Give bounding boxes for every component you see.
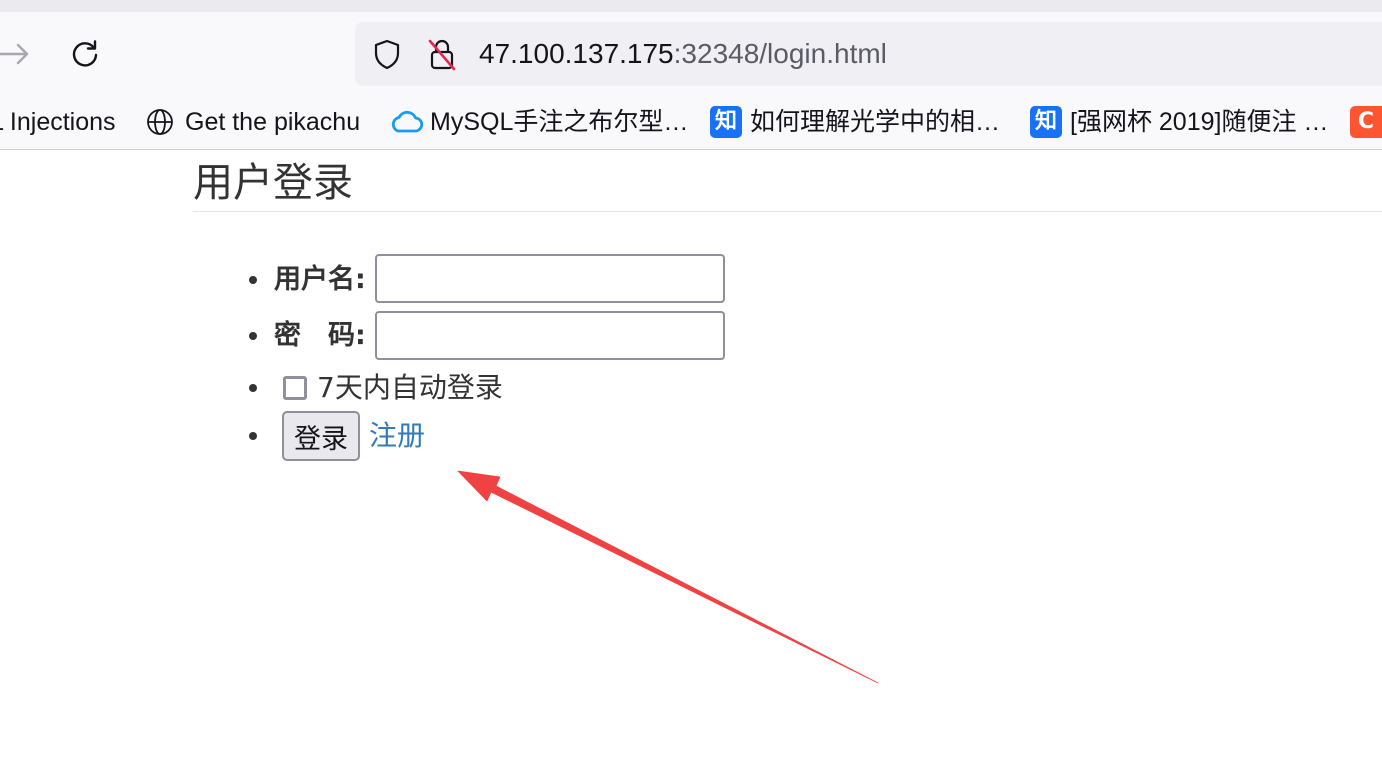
reload-button[interactable] (69, 38, 101, 70)
reload-icon (72, 40, 98, 67)
username-label: 用户名: (274, 264, 366, 295)
site-security-button[interactable] (427, 37, 457, 71)
bookmark-qwb-2019[interactable]: [强网杯 2019]随便注 … (1070, 106, 1335, 138)
globe-icon (146, 108, 174, 136)
page-title: 用户登录 (193, 160, 353, 206)
arrow-right-icon (0, 43, 29, 65)
remember-label[interactable]: 7天内自动登录 (317, 370, 503, 406)
bookmark-get-the-pikachu[interactable]: Get the pikachu (185, 106, 375, 138)
login-button[interactable]: 登录 (282, 411, 360, 461)
window-top-strip (0, 0, 1382, 12)
insecure-lock-icon (428, 39, 456, 71)
list-bullet (249, 276, 257, 284)
list-bullet (249, 384, 257, 392)
password-label: 密 码: (274, 320, 366, 351)
title-divider (193, 211, 1382, 212)
bookmarks-toolbar: L Injections Get the pikachu MySQL手注之布尔型… (0, 96, 1382, 150)
bookmark-optics-question[interactable]: 如何理解光学中的相… (750, 106, 1000, 138)
zhihu-icon-text: 知 (714, 109, 737, 134)
zhihu-icon-text: 知 (1034, 109, 1057, 134)
tracking-protection-button[interactable] (373, 38, 401, 70)
url-host: 47.100.137.175 (479, 38, 674, 69)
zhihu-icon: 知 (710, 106, 742, 138)
csdn-icon-text: C (1357, 109, 1375, 134)
bookmark-sql-injections[interactable]: L Injections (0, 106, 125, 138)
csdn-icon[interactable]: C (1350, 106, 1382, 138)
list-bullet (249, 332, 257, 340)
list-bullet (249, 432, 257, 440)
bookmark-mysql-boolean[interactable]: MySQL手注之布尔型… (430, 106, 685, 138)
register-link[interactable]: 注册 (369, 418, 425, 454)
shield-icon (374, 39, 400, 70)
url-text[interactable]: 47.100.137.175:32348/login.html (479, 36, 887, 72)
zhihu-icon: 知 (1030, 106, 1062, 138)
username-input[interactable] (375, 254, 725, 303)
forward-button[interactable] (0, 40, 30, 68)
url-path: :32348/login.html (673, 38, 887, 69)
address-bar[interactable]: 47.100.137.175:32348/login.html (355, 22, 1382, 86)
password-input[interactable] (375, 311, 725, 360)
remember-checkbox[interactable] (283, 376, 307, 400)
navigation-toolbar: 47.100.137.175:32348/login.html (0, 12, 1382, 96)
cloud-icon (389, 109, 424, 135)
